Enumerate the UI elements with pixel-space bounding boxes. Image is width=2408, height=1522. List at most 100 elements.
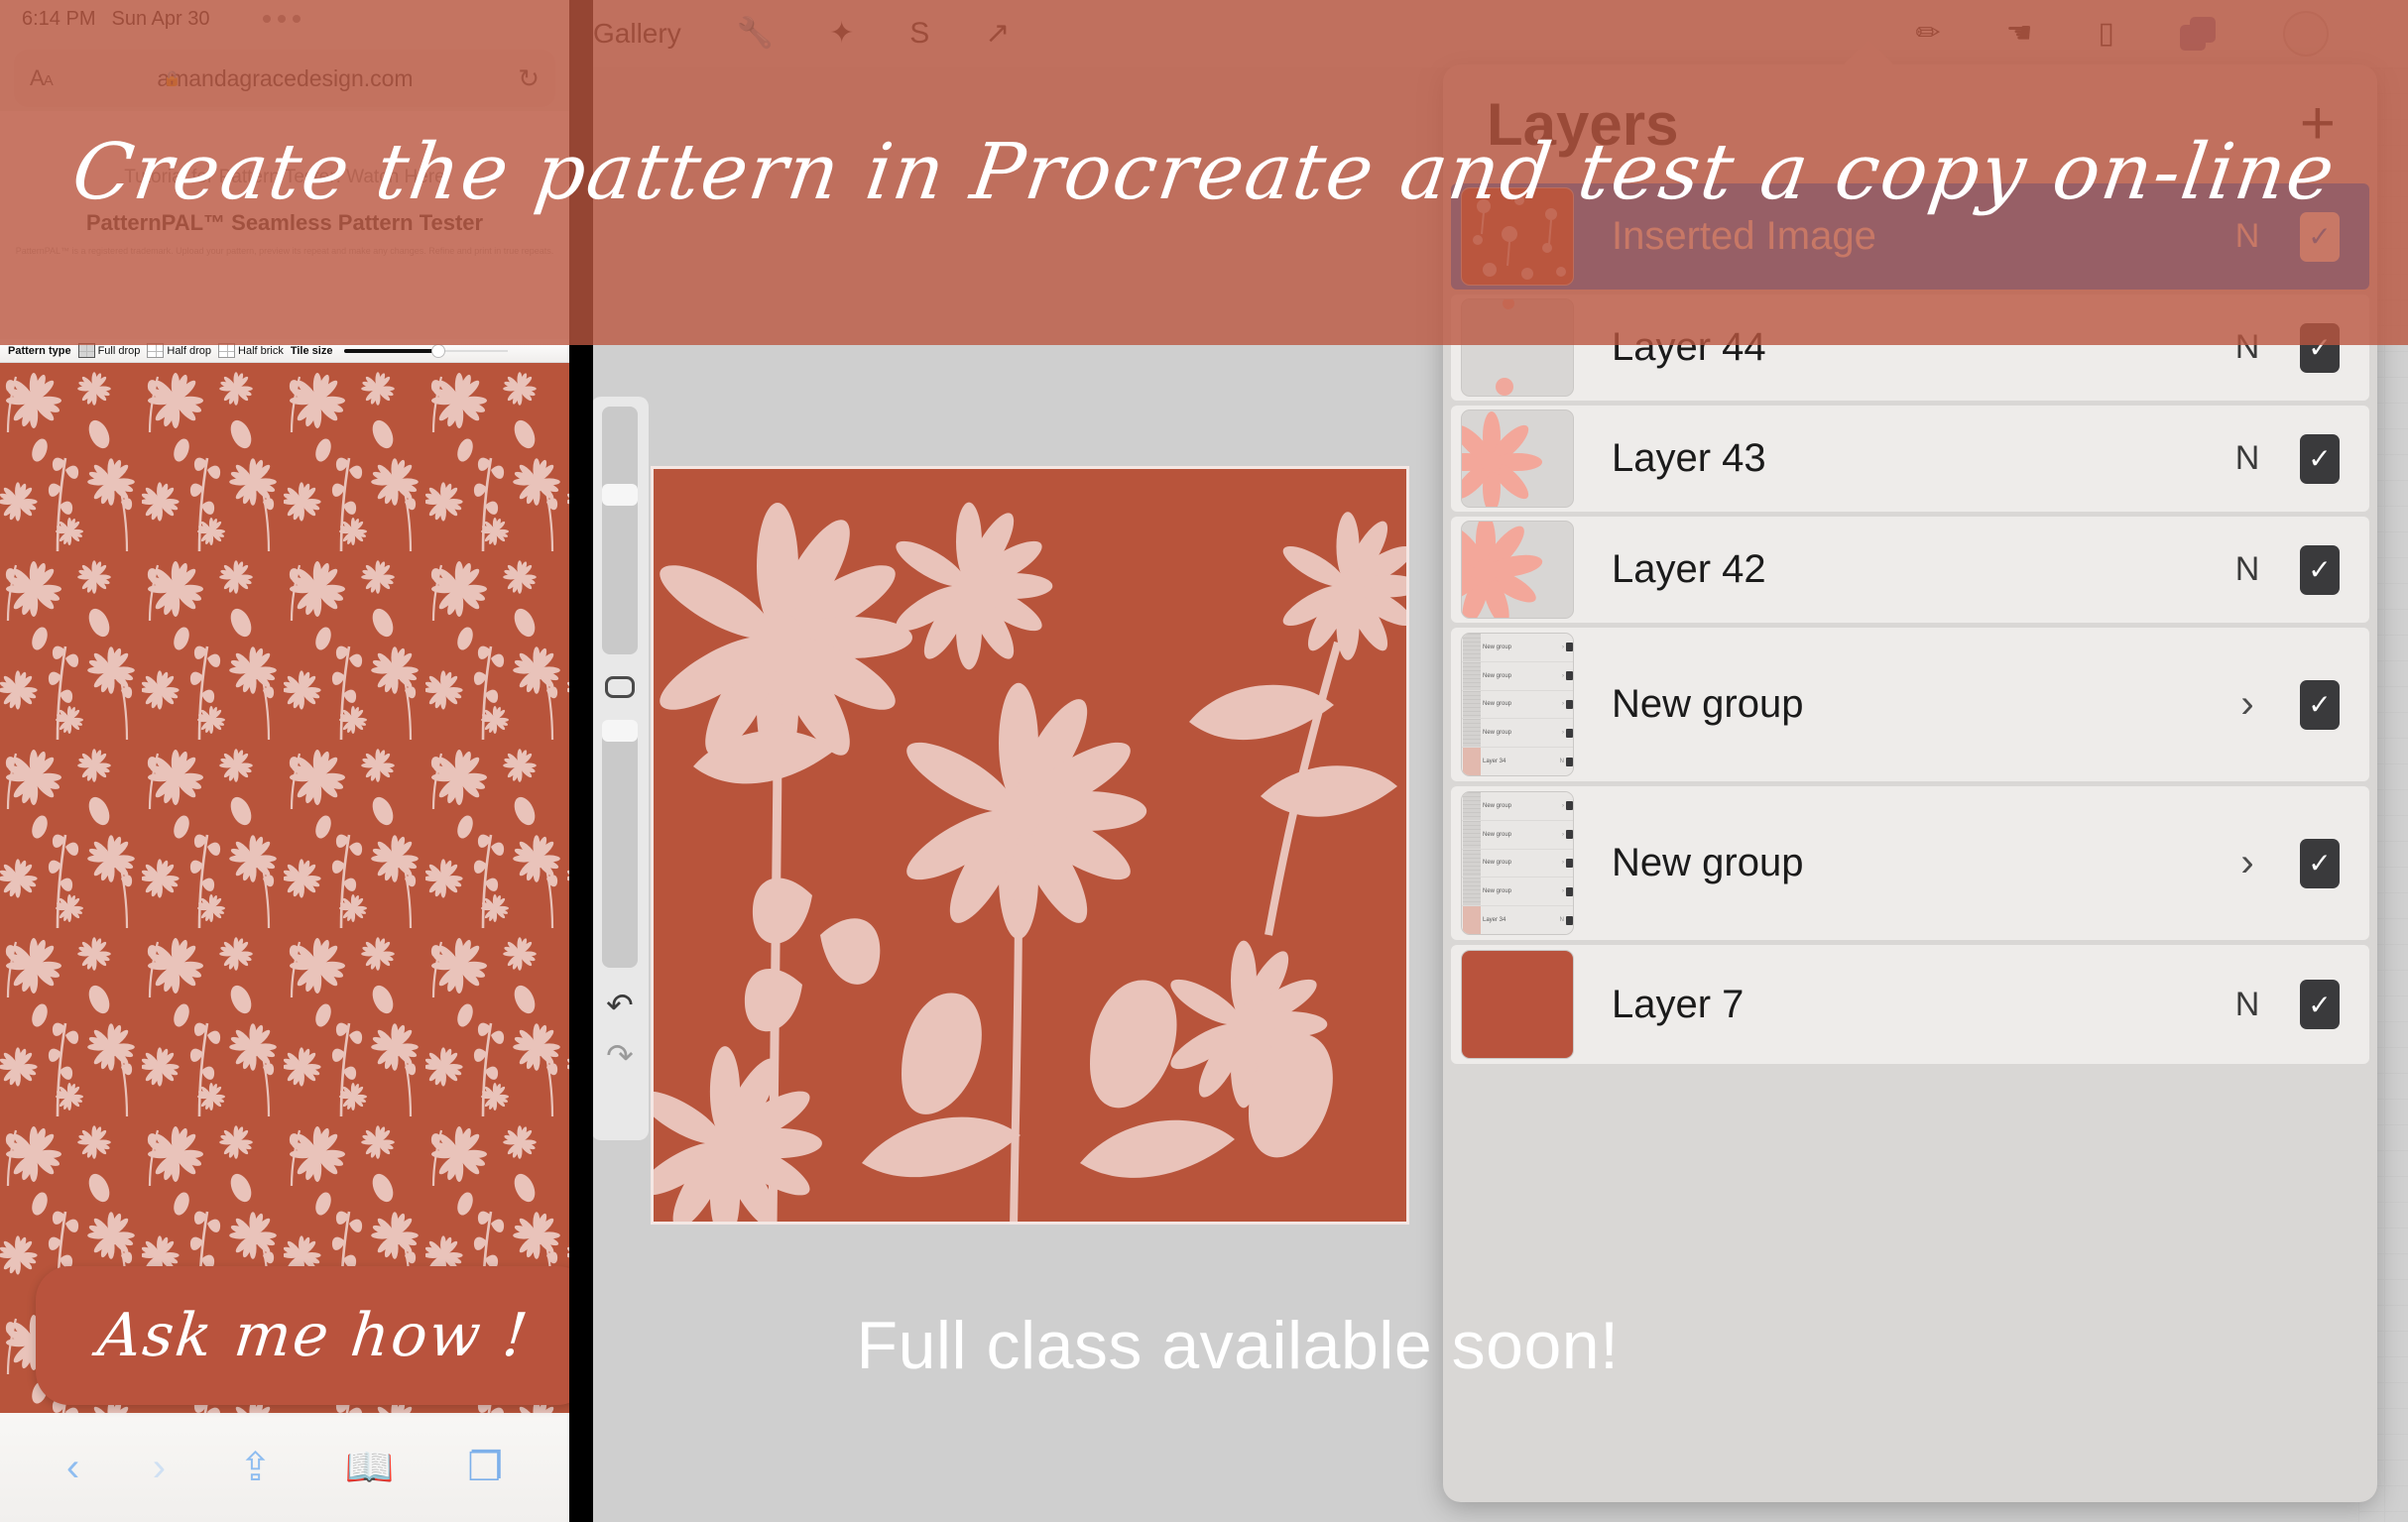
layer-visibility-checkbox[interactable]: ✓ [2300,838,2340,888]
table-row[interactable]: Layer 43 N ✓ [1451,406,2369,512]
layer-visibility-checkbox[interactable]: ✓ [2300,980,2340,1029]
layer-name: Layer 43 [1612,436,1766,480]
tabs-icon[interactable]: ❐ [467,1448,503,1487]
mini-checkbox [1566,830,1573,840]
modify-square-icon[interactable] [605,676,635,698]
full-drop-swatch-icon[interactable] [77,343,95,358]
artboard-artwork [654,469,1406,1222]
mini-thumb [1463,748,1481,775]
group-thumbnail[interactable]: New group › New group › New group › New … [1461,633,1574,776]
mini-label: New group [1483,672,1512,679]
opacity-slider[interactable] [602,720,638,968]
pattern-type-label: Pattern type [8,344,71,357]
list-item: Layer 34 N [1462,906,1573,934]
group-expand-chevron-icon[interactable]: › [2213,682,2282,727]
safari-bottom-toolbar: ‹ › ⇪ 📖 ❐ [0,1413,569,1522]
list-item: New group › [1462,878,1573,907]
headline-overlay: Create the pattern in Procreate and test… [0,0,2408,345]
list-item: New group › [1462,792,1573,821]
chevron-right-icon: › [1562,730,1564,737]
pattern-type-option-half-drop[interactable]: Half drop [147,343,211,358]
list-item: New group › [1462,820,1573,850]
chevron-right-icon: › [1562,701,1564,708]
book-icon[interactable]: 📖 [345,1448,395,1487]
mini-label: New group [1483,701,1512,708]
mini-thumb [1463,792,1481,820]
headline-text: Create the pattern in Procreate and test… [66,128,2342,217]
mini-thumb [1463,690,1481,719]
mini-checkbox [1566,671,1573,681]
list-item: New group › [1462,661,1573,691]
chevron-right-icon: › [1562,888,1564,895]
layer-blend-mode[interactable]: N [2213,550,2282,589]
chevron-right-icon[interactable]: › [153,1448,166,1487]
mini-label: New group [1483,802,1512,809]
full-class-caption: Full class available soon! [856,1308,1620,1383]
mini-label: Layer 34 [1483,759,1506,765]
mini-checkbox [1566,858,1573,868]
share-icon[interactable]: ⇪ [239,1448,273,1487]
mini-thumb [1463,878,1481,906]
undo-arrow-icon[interactable]: ↶ [606,986,634,1024]
half-drop-label: Half drop [167,344,212,357]
table-row[interactable]: New group › New group › New group › New … [1451,786,2369,940]
blend-letter: N [1559,759,1564,765]
chevron-right-icon: › [1562,802,1564,809]
group-thumbnail[interactable]: New group › New group › New group › New … [1461,791,1574,935]
full-drop-label: Full drop [97,344,141,357]
opacity-knob[interactable] [602,720,638,742]
list-item: New group › [1462,690,1573,720]
procreate-artboard[interactable] [651,466,1409,1225]
layer-thumbnail[interactable] [1461,950,1574,1059]
mini-label: New group [1483,644,1512,650]
tile-size-fill [344,348,435,353]
chevron-right-icon: › [1562,860,1564,867]
layer-blend-mode[interactable]: N [2213,986,2282,1024]
pattern-type-option-full-drop[interactable]: Full drop [77,343,141,358]
tile-size-slider[interactable] [344,343,509,358]
layer-visibility-checkbox[interactable]: ✓ [2300,679,2340,730]
chevron-left-icon[interactable]: ‹ [66,1448,79,1487]
brush-size-slider[interactable] [602,407,638,654]
half-brick-swatch-icon[interactable] [218,343,236,358]
layer-blend-mode[interactable]: N [2213,439,2282,478]
mini-label: New group [1483,831,1512,838]
layer-name: New group [1612,682,1804,726]
brush-size-knob[interactable] [602,484,638,506]
group-mini-stack: New group › New group › New group › New … [1462,634,1573,775]
pattern-type-option-half-brick[interactable]: Half brick [218,343,284,358]
tile-size-label: Tile size [290,344,333,357]
procreate-sidebar: ↶ ↷ [593,397,649,1140]
ask-me-how-button[interactable]: Ask me how ! [36,1266,569,1405]
mini-thumb [1463,820,1481,849]
layer-name: Layer 7 [1612,982,1745,1026]
half-drop-swatch-icon[interactable] [147,343,165,358]
table-row[interactable]: New group › New group › New group › New … [1451,628,2369,781]
mini-checkbox [1566,643,1573,652]
layer-visibility-checkbox[interactable]: ✓ [2300,433,2340,484]
mini-label: New group [1483,860,1512,867]
mini-label: New group [1483,888,1512,895]
list-item: New group › [1462,634,1573,662]
layer-thumbnail[interactable] [1461,521,1574,619]
chevron-right-icon: › [1562,672,1564,679]
mini-checkbox [1566,886,1573,896]
table-row[interactable]: Layer 42 N ✓ [1451,517,2369,623]
half-brick-label: Half brick [238,344,284,357]
redo-arrow-icon[interactable]: ↷ [606,1036,634,1075]
group-expand-chevron-icon[interactable]: › [2213,841,2282,885]
mini-checkbox [1566,757,1573,766]
pattern-preview-canvas[interactable] [0,363,569,1414]
split-view-root: 6:14 PM Sun Apr 30 AA 🔒 amandagracedesig… [0,0,2408,1522]
chevron-right-icon: › [1562,831,1564,838]
table-row[interactable]: Layer 7 N ✓ [1451,945,2369,1064]
layer-visibility-checkbox[interactable]: ✓ [2300,544,2340,595]
ask-me-how-label: Ask me how ! [94,1301,533,1370]
mini-thumb [1463,719,1481,748]
mini-checkbox [1566,699,1573,709]
tile-size-knob[interactable] [430,343,445,358]
layer-thumbnail[interactable] [1461,410,1574,508]
mini-thumb [1463,906,1481,934]
mini-checkbox [1566,728,1573,738]
layer-name: Layer 42 [1612,547,1766,591]
